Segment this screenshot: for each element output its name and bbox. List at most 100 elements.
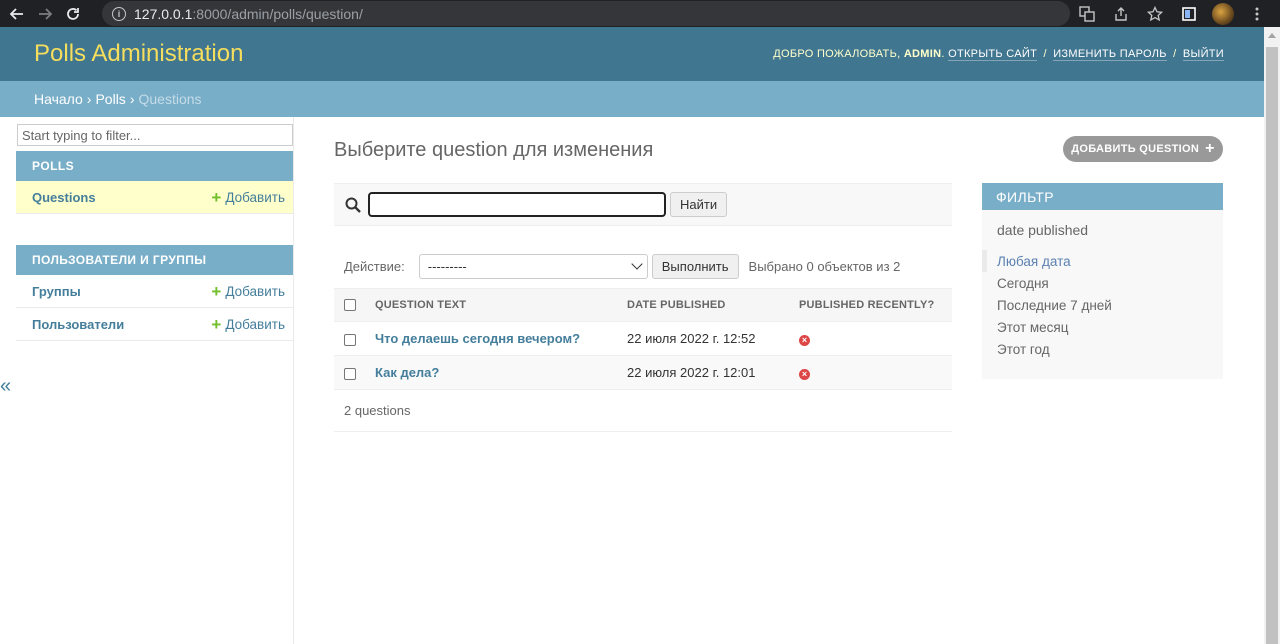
no-icon: × bbox=[799, 369, 810, 380]
extension-icon[interactable] bbox=[1178, 3, 1200, 25]
share-icon[interactable] bbox=[1110, 3, 1132, 25]
published-recently-cell: × bbox=[799, 321, 952, 356]
browser-actions bbox=[1076, 0, 1280, 27]
paginator: 2 questions bbox=[334, 389, 952, 432]
action-label: Действие: bbox=[344, 258, 405, 274]
no-icon: × bbox=[799, 335, 810, 346]
url-host: 127.0.0.1 bbox=[134, 5, 193, 22]
translate-icon[interactable] bbox=[1076, 3, 1098, 25]
admin-header: Polls Administration Добро пожаловать, a… bbox=[0, 27, 1264, 81]
filter-heading: date published bbox=[997, 222, 1089, 238]
page-title: Выберите question для изменения bbox=[334, 139, 654, 161]
breadcrumb-home[interactable]: Начало bbox=[34, 91, 83, 107]
module-caption[interactable]: Пользователи и группы bbox=[16, 245, 293, 275]
row-checkbox[interactable] bbox=[344, 333, 356, 346]
actions-bar: Действие: --------- Выполнить Выбрано 0 … bbox=[334, 249, 952, 283]
add-group-link[interactable]: + Добавить bbox=[211, 283, 285, 300]
add-question-button[interactable]: Добавить question + bbox=[1063, 136, 1223, 162]
breadcrumb-current: Questions bbox=[138, 91, 202, 107]
add-question-link[interactable]: + Добавить bbox=[211, 189, 285, 206]
search-toolbar: Найти bbox=[334, 183, 952, 226]
address-bar[interactable]: i 127.0.0.1:8000/admin/polls/question/ bbox=[102, 1, 1070, 26]
module-caption[interactable]: Polls bbox=[16, 151, 293, 181]
url-path: :8000/admin/polls/question/ bbox=[192, 5, 363, 22]
url-text: 127.0.0.1:8000/admin/polls/question/ bbox=[134, 6, 363, 22]
model-link[interactable]: Questions bbox=[32, 190, 96, 205]
welcome-text: Добро пожаловать, bbox=[773, 48, 901, 60]
filter-title: Фильтр bbox=[982, 183, 1223, 210]
scroll-up-arrow-icon[interactable] bbox=[1268, 33, 1276, 38]
plus-icon: + bbox=[211, 281, 222, 301]
filter-option-any-date[interactable]: Любая дата bbox=[982, 250, 1223, 272]
separator: / bbox=[1043, 48, 1047, 60]
question-text-cell: Что делаешь сегодня вечером? bbox=[375, 321, 627, 356]
changelist-filter: Фильтр date published Любая дата Сегодня… bbox=[982, 183, 1223, 379]
search-input[interactable] bbox=[368, 192, 666, 217]
filter-option-today[interactable]: Сегодня bbox=[982, 272, 1223, 294]
back-arrow-icon[interactable] bbox=[6, 3, 28, 25]
filter-option-this-month[interactable]: Этот месяц bbox=[982, 316, 1223, 338]
run-action-button[interactable]: Выполнить bbox=[651, 253, 739, 279]
toggle-sidebar-button[interactable]: « bbox=[0, 375, 11, 398]
sidebar-item-groups: Группы + Добавить bbox=[16, 275, 293, 308]
filter-option-this-year[interactable]: Этот год bbox=[982, 338, 1223, 360]
browser-toolbar: i 127.0.0.1:8000/admin/polls/question/ bbox=[0, 0, 1280, 27]
breadcrumb-separator: › bbox=[86, 91, 92, 107]
search-button[interactable]: Найти bbox=[670, 192, 728, 217]
select-all-checkbox[interactable] bbox=[344, 299, 356, 312]
selection-counter: Выбрано 0 объектов из 2 bbox=[748, 258, 901, 274]
add-label: Добавить bbox=[225, 316, 285, 332]
reload-icon[interactable] bbox=[62, 3, 84, 25]
add-user-link[interactable]: + Добавить bbox=[211, 316, 285, 333]
change-password-link[interactable]: Изменить пароль bbox=[1053, 48, 1167, 61]
table-header-row: Question text Date published Published r… bbox=[334, 288, 952, 322]
view-site-link[interactable]: Открыть сайт bbox=[948, 48, 1038, 61]
app-module-auth: Пользователи и группы Группы + Добавить П… bbox=[16, 245, 293, 341]
filter-option-last-7-days[interactable]: Последние 7 дней bbox=[982, 294, 1223, 316]
model-link[interactable]: Пользователи bbox=[32, 317, 124, 332]
select-all-header bbox=[334, 288, 375, 322]
result-list-table: Question text Date published Published r… bbox=[334, 288, 952, 390]
date-published-cell: 22 июля 2022 г. 12:01 bbox=[627, 355, 799, 390]
add-label: Добавить bbox=[225, 283, 285, 299]
app-module-polls: Polls Questions + Добавить bbox=[16, 151, 293, 214]
table-row: Что делаешь сегодня вечером? 22 июля 202… bbox=[334, 321, 952, 356]
sidebar-item-questions: Questions + Добавить bbox=[16, 181, 293, 214]
chevron-down-icon bbox=[631, 258, 643, 270]
site-info-icon[interactable]: i bbox=[112, 6, 126, 21]
nav-sidebar: Polls Questions +Добавить Пользователи и… bbox=[16, 117, 294, 644]
add-label: Добавить bbox=[225, 189, 285, 205]
question-link[interactable]: Что делаешь сегодня вечером? bbox=[375, 331, 580, 346]
profile-avatar[interactable] bbox=[1212, 2, 1234, 25]
scroll-thumb[interactable] bbox=[1266, 47, 1278, 644]
user-tools: Добро пожаловать, admin. Открыть сайт / … bbox=[773, 48, 1224, 61]
plus-icon: + bbox=[1205, 140, 1215, 157]
nav-filter-input[interactable] bbox=[17, 124, 293, 146]
row-select-cell bbox=[334, 321, 375, 356]
site-branding[interactable]: Polls Administration bbox=[34, 40, 243, 68]
question-link[interactable]: Как дела? bbox=[375, 365, 439, 380]
column-header-question-text[interactable]: Question text bbox=[375, 288, 627, 322]
published-recently-cell: × bbox=[799, 355, 952, 390]
row-checkbox[interactable] bbox=[344, 367, 356, 380]
date-published-cell: 22 июля 2022 г. 12:52 bbox=[627, 321, 799, 356]
forward-arrow-icon[interactable] bbox=[34, 3, 56, 25]
column-header-date-published[interactable]: Date published bbox=[627, 288, 799, 322]
logout-link[interactable]: Выйти bbox=[1182, 48, 1224, 61]
action-select[interactable]: --------- bbox=[418, 253, 648, 279]
column-header-published-recently[interactable]: Published recently? bbox=[799, 288, 952, 322]
plus-icon: + bbox=[211, 187, 222, 207]
page-scrollbar[interactable] bbox=[1264, 27, 1280, 644]
breadcrumb-app[interactable]: Polls bbox=[95, 91, 125, 107]
breadcrumb: Начало › Polls › Questions bbox=[0, 81, 1264, 117]
bookmark-star-icon[interactable] bbox=[1144, 3, 1166, 25]
model-link[interactable]: Группы bbox=[32, 284, 81, 299]
breadcrumb-separator: › bbox=[129, 91, 135, 107]
table-row: Как дела? 22 июля 2022 г. 12:01 × bbox=[334, 355, 952, 390]
action-selected-value: --------- bbox=[427, 258, 467, 274]
plus-icon: + bbox=[211, 314, 222, 334]
question-text-cell: Как дела? bbox=[375, 355, 627, 390]
filter-options: Любая дата Сегодня Последние 7 дней Этот… bbox=[982, 250, 1223, 360]
kebab-menu-icon[interactable] bbox=[1246, 3, 1268, 25]
search-icon bbox=[345, 197, 361, 213]
